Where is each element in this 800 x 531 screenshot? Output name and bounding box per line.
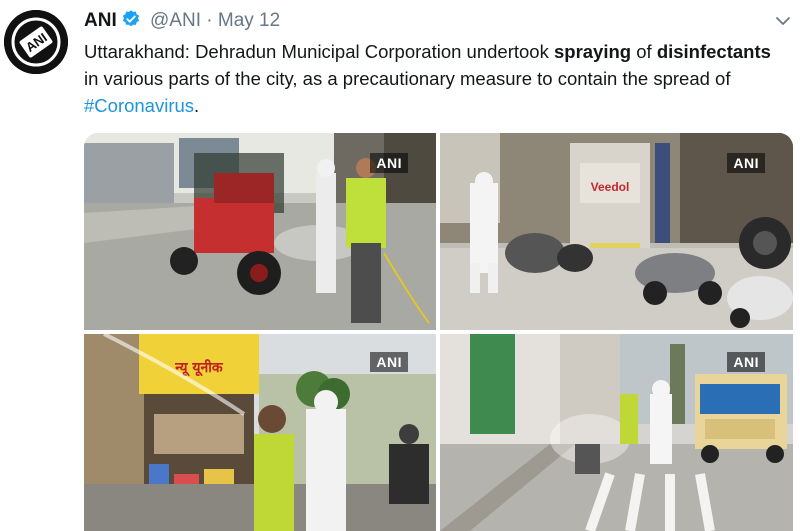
svg-text:Veedol: Veedol xyxy=(591,180,630,194)
photo-shop-spraying[interactable]: न्यू यूनीक ANI xyxy=(84,334,436,531)
chevron-down-icon[interactable] xyxy=(774,12,792,30)
avatar[interactable]: ANI xyxy=(4,10,68,74)
ani-watermark: ANI xyxy=(370,352,408,372)
photo-grid: ANI Veedol ANI न्यू यूनीक ANI ANI xyxy=(84,133,793,531)
ani-watermark: ANI xyxy=(727,153,765,173)
ani-watermark: ANI xyxy=(370,153,408,173)
verified-badge-icon xyxy=(121,9,141,37)
tweet-date[interactable]: May 12 xyxy=(218,10,280,31)
hashtag-link[interactable]: #Coronavirus xyxy=(84,95,194,116)
tweet-text: Uttarakhand: Dehradun Municipal Corporat… xyxy=(84,41,771,116)
author-name[interactable]: ANI xyxy=(84,10,117,31)
tweet-header: ANI @ANI · May 12 xyxy=(84,8,280,37)
ani-watermark: ANI xyxy=(727,352,765,372)
author-handle[interactable]: @ANI xyxy=(150,10,201,31)
separator: · xyxy=(206,10,213,31)
photo-street-spraying[interactable]: Veedol ANI xyxy=(440,133,793,330)
ani-logo-icon: ANI xyxy=(4,10,68,74)
photo-road-spraying[interactable]: ANI xyxy=(440,334,793,531)
photo-tractor-spraying[interactable]: ANI xyxy=(84,133,436,330)
